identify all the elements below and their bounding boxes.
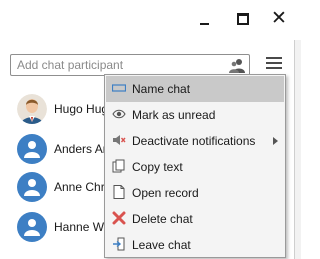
add-participant-field[interactable]: Add chat participant: [10, 54, 250, 76]
close-icon[interactable]: ✕: [270, 9, 288, 28]
generic-person-icon: [17, 172, 47, 202]
menu-item-label: Delete chat: [132, 212, 193, 226]
participant-name: Hanne Wi: [54, 220, 107, 234]
minimize-icon[interactable]: [196, 10, 214, 28]
menu-item-label: Mark as unread: [132, 108, 216, 122]
title-bar: ✕: [0, 0, 300, 40]
menu-item-label: Open record: [132, 186, 199, 200]
add-participant-placeholder: Add chat participant: [17, 58, 124, 72]
menu-item-label: Leave chat: [132, 238, 191, 252]
add-people-icon[interactable]: [229, 57, 245, 73]
menu-item-name-chat[interactable]: Name chat: [106, 76, 284, 102]
menu-item-leave-chat[interactable]: Leave chat: [106, 232, 284, 258]
generic-person-icon: [17, 212, 47, 242]
hamburger-menu-icon[interactable]: [266, 55, 282, 71]
menu-item-label: Name chat: [132, 82, 191, 96]
menu-item-copy-text[interactable]: Copy text: [106, 154, 284, 180]
participant-name: Anne Chri: [54, 180, 108, 194]
mute-icon: [113, 135, 126, 145]
right-panel-edge: [294, 40, 301, 259]
menu-item-delete-chat[interactable]: Delete chat: [106, 206, 284, 232]
generic-person-icon: [17, 134, 47, 164]
delete-icon: [112, 211, 126, 225]
context-menu: Name chat Mark as unread Deactivate noti…: [104, 74, 286, 258]
menu-item-label: Deactivate notifications: [132, 134, 256, 148]
menu-item-open-record[interactable]: Open record: [106, 180, 284, 206]
person-photo: [17, 94, 47, 124]
document-icon: [113, 185, 125, 199]
eye-icon: [112, 109, 126, 119]
copy-icon: [112, 159, 125, 173]
leave-icon: [113, 237, 125, 251]
rename-icon: [112, 84, 126, 92]
participant-name: Anders An: [54, 142, 110, 156]
maximize-icon[interactable]: [234, 10, 252, 28]
menu-item-mark-unread[interactable]: Mark as unread: [106, 102, 284, 128]
menu-item-deactivate-notifications[interactable]: Deactivate notifications: [106, 128, 284, 154]
menu-item-label: Copy text: [132, 160, 183, 174]
submenu-arrow-icon: [273, 137, 278, 145]
